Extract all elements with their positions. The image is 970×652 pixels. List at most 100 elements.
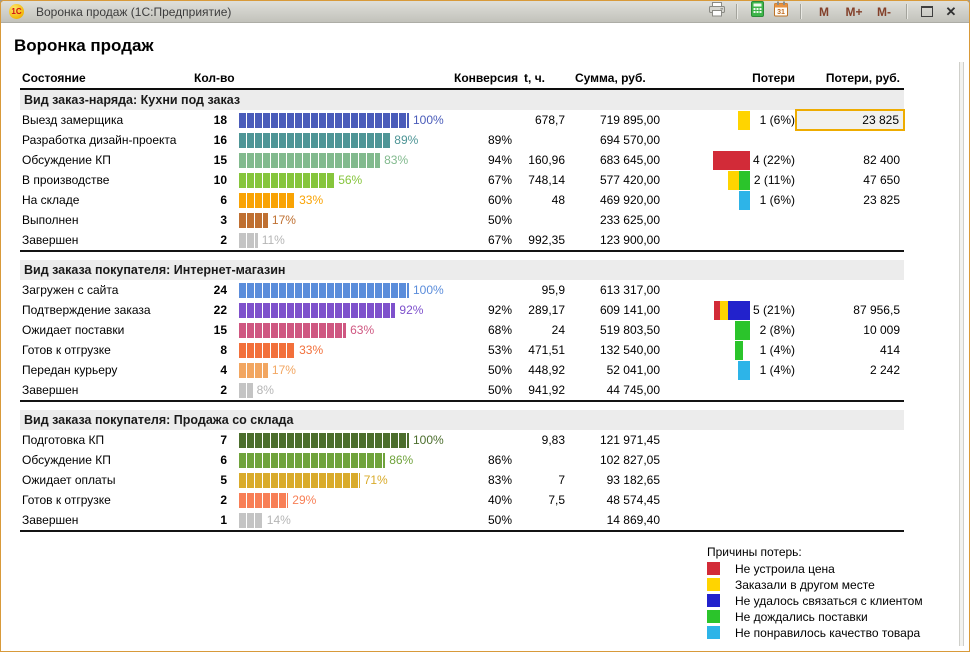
state-label[interactable]: Разработка дизайн-проекта: [22, 130, 197, 150]
funnel-bar-cell[interactable]: 17%: [239, 210, 453, 230]
loss-amount[interactable]: [797, 470, 904, 490]
funnel-bar-cell[interactable]: 11%: [239, 230, 453, 250]
state-label[interactable]: Завершен: [22, 510, 197, 530]
funnel-bar-cell[interactable]: 56%: [239, 170, 453, 190]
funnel-bar-cell[interactable]: 83%: [239, 150, 453, 170]
section-header[interactable]: Вид заказа покупателя: Продажа со склада: [20, 410, 904, 430]
state-label[interactable]: Подтверждение заказа: [22, 300, 197, 320]
sum-value[interactable]: 93 182,65: [568, 470, 660, 490]
funnel-bar[interactable]: [239, 513, 263, 528]
count-value[interactable]: 22: [178, 300, 227, 320]
loss-bar[interactable]: [705, 110, 750, 130]
funnel-bar[interactable]: [239, 493, 288, 508]
loss-count[interactable]: 1 (4%): [751, 360, 795, 380]
loss-bar[interactable]: [705, 300, 750, 320]
conversion-value[interactable]: 67%: [454, 230, 512, 250]
sum-value[interactable]: 519 803,50: [568, 320, 660, 340]
conversion-value[interactable]: 89%: [454, 130, 512, 150]
count-value[interactable]: 6: [178, 450, 227, 470]
funnel-bar[interactable]: [239, 383, 253, 398]
count-value[interactable]: 8: [178, 340, 227, 360]
funnel-bar[interactable]: [239, 283, 409, 298]
time-value[interactable]: 7: [516, 470, 565, 490]
conversion-value[interactable]: 86%: [454, 450, 512, 470]
funnel-bar-cell[interactable]: 100%: [239, 110, 453, 130]
loss-bar[interactable]: [705, 340, 750, 360]
memory-plus-button[interactable]: M+: [841, 3, 867, 21]
close-button[interactable]: ✕: [941, 3, 961, 21]
column-header-losses[interactable]: Потери: [751, 68, 795, 88]
time-value[interactable]: 48: [516, 190, 565, 210]
time-value[interactable]: 992,35: [516, 230, 565, 250]
conversion-value[interactable]: 40%: [454, 490, 512, 510]
funnel-bar-cell[interactable]: 71%: [239, 470, 453, 490]
conversion-value[interactable]: [454, 280, 512, 300]
loss-amount[interactable]: 23 825: [797, 190, 904, 210]
funnel-bar-cell[interactable]: 86%: [239, 450, 453, 470]
time-value[interactable]: 678,7: [516, 110, 565, 130]
loss-count[interactable]: 1 (6%): [751, 110, 795, 130]
time-value[interactable]: 9,83: [516, 430, 565, 450]
conversion-value[interactable]: 50%: [454, 360, 512, 380]
loss-count[interactable]: 5 (21%): [751, 300, 795, 320]
state-label[interactable]: Обсуждение КП: [22, 150, 197, 170]
conversion-value[interactable]: 50%: [454, 380, 512, 400]
column-header-sum[interactable]: Сумма, руб.: [575, 68, 695, 88]
sum-value[interactable]: 48 574,45: [568, 490, 660, 510]
count-value[interactable]: 15: [178, 150, 227, 170]
count-value[interactable]: 3: [178, 210, 227, 230]
print-button[interactable]: [707, 3, 727, 21]
loss-count[interactable]: [751, 210, 795, 230]
funnel-bar[interactable]: [239, 453, 385, 468]
loss-count[interactable]: [751, 510, 795, 530]
time-value[interactable]: [516, 130, 565, 150]
state-label[interactable]: Завершен: [22, 380, 197, 400]
funnel-bar[interactable]: [239, 323, 346, 338]
count-value[interactable]: 2: [178, 490, 227, 510]
loss-count[interactable]: 2 (11%): [751, 170, 795, 190]
count-value[interactable]: 4: [178, 360, 227, 380]
loss-count[interactable]: [751, 280, 795, 300]
section-header[interactable]: Вид заказ-наряда: Кухни под заказ: [20, 90, 904, 110]
sum-value[interactable]: 577 420,00: [568, 170, 660, 190]
count-value[interactable]: 15: [178, 320, 227, 340]
state-label[interactable]: Обсуждение КП: [22, 450, 197, 470]
funnel-bar[interactable]: [239, 193, 295, 208]
sum-value[interactable]: 44 745,00: [568, 380, 660, 400]
column-header-state[interactable]: Состояние: [22, 68, 197, 88]
funnel-bar[interactable]: [239, 303, 395, 318]
count-value[interactable]: 1: [178, 510, 227, 530]
funnel-bar-cell[interactable]: 63%: [239, 320, 453, 340]
loss-bar[interactable]: [705, 360, 750, 380]
sum-value[interactable]: 102 827,05: [568, 450, 660, 470]
state-label[interactable]: В производстве: [22, 170, 197, 190]
loss-count[interactable]: 1 (4%): [751, 340, 795, 360]
sum-value[interactable]: 719 895,00: [568, 110, 660, 130]
conversion-value[interactable]: 68%: [454, 320, 512, 340]
loss-amount[interactable]: [797, 490, 904, 510]
funnel-bar[interactable]: [239, 113, 409, 128]
loss-amount[interactable]: 87 956,5: [797, 300, 904, 320]
conversion-value[interactable]: 67%: [454, 170, 512, 190]
loss-bar[interactable]: [705, 320, 750, 340]
memory-minus-button[interactable]: M-: [871, 3, 897, 21]
count-value[interactable]: 7: [178, 430, 227, 450]
time-value[interactable]: 24: [516, 320, 565, 340]
loss-amount[interactable]: [797, 210, 904, 230]
funnel-bar-cell[interactable]: 8%: [239, 380, 453, 400]
maximize-button[interactable]: [917, 3, 937, 21]
time-value[interactable]: 471,51: [516, 340, 565, 360]
loss-amount[interactable]: 10 009: [797, 320, 904, 340]
loss-amount[interactable]: 82 400: [797, 150, 904, 170]
conversion-value[interactable]: 83%: [454, 470, 512, 490]
count-value[interactable]: 24: [178, 280, 227, 300]
funnel-bar-cell[interactable]: 89%: [239, 130, 453, 150]
funnel-bar[interactable]: [239, 473, 360, 488]
state-label[interactable]: Загружен с сайта: [22, 280, 197, 300]
loss-count[interactable]: [751, 490, 795, 510]
loss-amount[interactable]: [797, 450, 904, 470]
sum-value[interactable]: 121 971,45: [568, 430, 660, 450]
time-value[interactable]: 448,92: [516, 360, 565, 380]
sum-value[interactable]: 132 540,00: [568, 340, 660, 360]
conversion-value[interactable]: [454, 110, 512, 130]
